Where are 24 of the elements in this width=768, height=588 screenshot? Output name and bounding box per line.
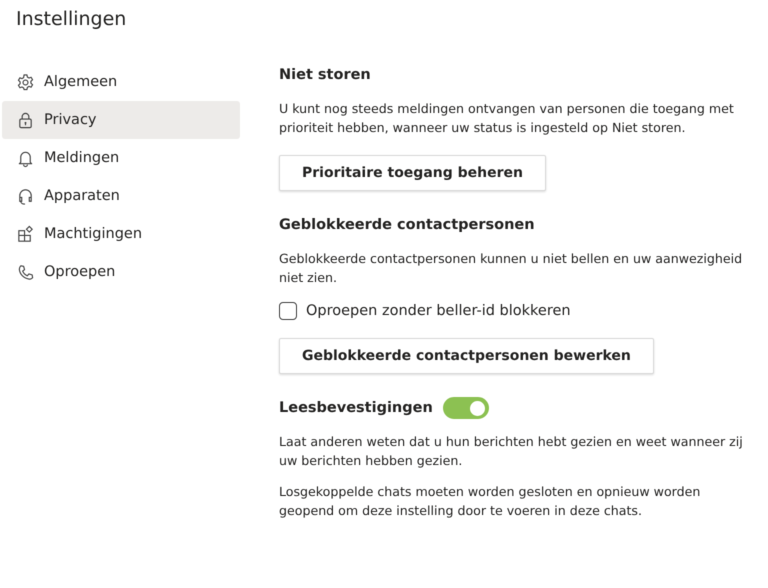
headset-icon <box>16 186 35 206</box>
description-text: Geblokkeerde contactpersonen kunnen u niet bellen en uw aanwezigheid niet zien. <box>279 250 744 287</box>
checkbox-label: Oproepen zonder beller-id blokkeren <box>306 303 571 319</box>
action-button[interactable]: Prioritaire toegang beheren <box>279 155 546 191</box>
page-title: Instellingen <box>16 8 126 32</box>
section-heading: Niet storen <box>279 67 371 83</box>
description-text: Laat anderen weten dat u hun berichten hebt gezien en weet wanneer zij uw berichten hebben gezien. <box>279 433 744 470</box>
phone-icon <box>16 262 35 282</box>
apps-icon <box>16 224 35 244</box>
sidebar-item[interactable]: Meldingen <box>2 139 240 177</box>
toggle-switch[interactable] <box>442 397 489 419</box>
action-button[interactable]: Geblokkeerde contactpersonen bewerken <box>279 338 654 374</box>
sidebar-item[interactable]: Machtigingen <box>2 215 240 253</box>
section-heading: Leesbevestigingen <box>279 400 433 416</box>
sidebar-item[interactable]: Apparaten <box>2 177 240 215</box>
sidebar-item[interactable]: Algemeen <box>2 63 240 101</box>
checkbox[interactable] <box>279 302 297 320</box>
description-text: Losgekoppelde chats moeten worden gesloten en opnieuw worden geopend om deze instelling door te voeren in deze chats. <box>279 483 702 520</box>
sidebar-item[interactable]: Oproepen <box>2 253 240 291</box>
sidebar-item[interactable]: Privacy <box>2 101 240 139</box>
description-text: U kunt nog steeds meldingen ontvangen van personen die toegang met prioriteit hebben, wanneer uw status is ingesteld op Niet storen. <box>279 100 735 137</box>
gear-icon <box>16 72 35 92</box>
section-heading: Geblokkeerde contactpersonen <box>279 217 535 233</box>
lock-icon <box>16 110 35 130</box>
